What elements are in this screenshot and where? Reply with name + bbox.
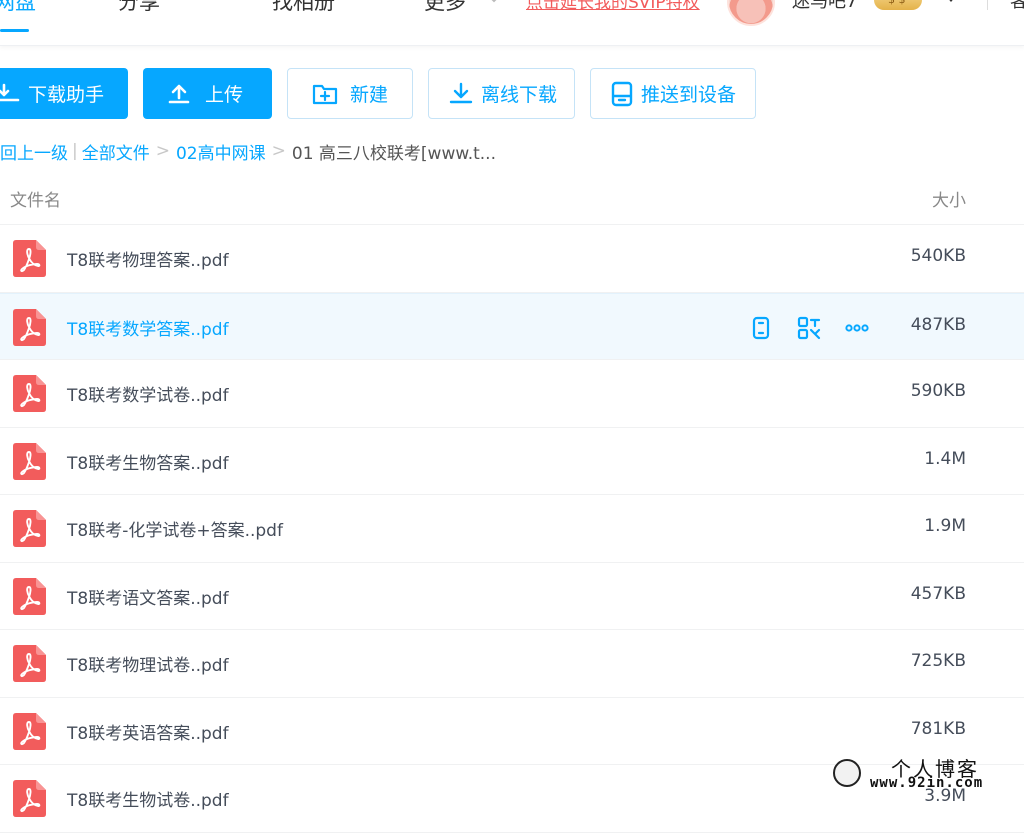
file-row[interactable]: T8联考生物答案..pdf 1.4M — [0, 428, 1024, 495]
file-size: 781KB — [910, 718, 966, 739]
pdf-file-icon — [13, 240, 46, 277]
file-row[interactable]: T8联考数学答案..pdf 487KB — [0, 292, 1024, 360]
file-size: 590KB — [910, 381, 966, 401]
breadcrumb-current: 01 高三八校联考[www.t... — [291, 143, 496, 164]
pdf-file-icon — [13, 510, 46, 547]
nav-tab-album[interactable]: 找相册 — [272, 0, 335, 16]
cloud-download-icon — [449, 82, 473, 103]
breadcrumb-all-files[interactable]: 全部文件 — [82, 139, 150, 164]
nav-client-label[interactable]: 客 — [1010, 0, 1024, 13]
file-size: 487KB — [910, 314, 966, 335]
username[interactable]: 迷马吧7 — [792, 0, 857, 13]
toolbar: 下载助手 上传 新建 离线下载 推送到设备 — [0, 68, 1024, 119]
file-size: 540KB — [910, 246, 966, 266]
top-navigation: 网盘 分享 找相册 更多 点击延长我的SVIP特权 迷马吧7 $ $ 客 — [0, 0, 1024, 46]
upload-button[interactable]: 上传 — [143, 68, 272, 119]
pdf-file-icon — [13, 645, 46, 682]
column-header-size[interactable]: 大小 — [932, 186, 966, 211]
file-name[interactable]: T8联考生物试卷..pdf — [67, 786, 229, 811]
pdf-file-icon — [13, 780, 46, 817]
new-folder-button[interactable]: 新建 — [287, 68, 413, 119]
file-name[interactable]: T8联考物理试卷..pdf — [67, 651, 229, 676]
pdf-file-icon — [13, 375, 46, 412]
nav-active-indicator — [0, 29, 29, 32]
upload-label: 上传 — [205, 84, 244, 106]
pdf-file-icon — [13, 577, 46, 615]
file-name[interactable]: T8联考-化学试卷+答案..pdf — [67, 516, 283, 541]
file-row[interactable]: T8联考-化学试卷+答案..pdf 1.9M — [0, 495, 1024, 563]
column-header-name[interactable]: 文件名 — [10, 186, 61, 211]
more-icon[interactable] — [845, 316, 869, 340]
folder-plus-icon — [312, 84, 338, 104]
file-size: 457KB — [910, 583, 966, 604]
push-to-device-button[interactable]: 推送到设备 — [590, 68, 756, 119]
offline-download-button[interactable]: 离线下载 — [428, 68, 575, 119]
device-icon — [611, 81, 633, 106]
new-folder-label: 新建 — [350, 84, 389, 106]
nav-tab-netdisk[interactable]: 网盘 — [0, 0, 36, 16]
watermark-url: www.92in.com — [870, 775, 984, 791]
caret-down-icon[interactable] — [944, 0, 958, 6]
file-size: 1.4M — [924, 448, 966, 469]
user-avatar[interactable] — [727, 0, 775, 26]
breadcrumb-back-link[interactable]: 返回上一级 — [0, 139, 68, 164]
pdf-file-icon — [13, 712, 46, 750]
breadcrumb-divider: | — [72, 141, 78, 161]
file-row[interactable]: T8联考数学试卷..pdf 590KB — [0, 360, 1024, 428]
vip-badge-icon: $ $ — [874, 0, 922, 10]
share-icon[interactable] — [797, 316, 821, 340]
pdf-file-icon — [13, 442, 46, 480]
file-size: 1.9M — [924, 516, 966, 536]
download-helper-button[interactable]: 下载助手 — [0, 68, 128, 119]
file-name[interactable]: T8联考数学答案..pdf — [67, 315, 229, 340]
breadcrumb-chevron: > — [271, 141, 286, 161]
chevron-down-icon[interactable] — [487, 0, 501, 6]
file-name[interactable]: T8联考物理答案..pdf — [67, 246, 229, 271]
nav-tab-share[interactable]: 分享 — [118, 0, 160, 16]
file-name[interactable]: T8联考语文答案..pdf — [67, 584, 229, 609]
file-name[interactable]: T8联考生物答案..pdf — [67, 449, 229, 474]
file-list: T8联考物理答案..pdf 540KB T8联考数学答案..pdf 487KB T8联考… — [0, 225, 1024, 833]
file-name[interactable]: T8联考数学试卷..pdf — [67, 381, 229, 406]
watermark-face-icon — [833, 759, 861, 787]
file-row[interactable]: T8联考物理试卷..pdf 725KB — [0, 630, 1024, 698]
file-size: 725KB — [910, 651, 966, 671]
breadcrumb-chevron: > — [155, 141, 170, 161]
watermark: 个人博客 www.92in.com — [830, 753, 1024, 796]
phone-icon[interactable] — [749, 316, 773, 340]
file-row[interactable]: T8联考语文答案..pdf 457KB — [0, 563, 1024, 630]
svip-renew-link[interactable]: 点击延长我的SVIP特权 — [526, 0, 700, 13]
nav-tab-more[interactable]: 更多 — [424, 0, 466, 16]
file-row[interactable]: T8联考物理答案..pdf 540KB — [0, 225, 1024, 293]
upload-icon — [168, 84, 190, 103]
download-icon — [0, 83, 20, 101]
file-name[interactable]: T8联考英语答案..pdf — [67, 719, 229, 744]
pdf-file-icon — [13, 308, 46, 346]
row-actions — [749, 316, 875, 340]
push-to-device-label: 推送到设备 — [641, 84, 737, 106]
offline-download-label: 离线下载 — [481, 84, 558, 106]
breadcrumb: 返回上一级 | 全部文件 > 02高中网课 > 01 高三八校联考[www.t.… — [0, 139, 496, 164]
download-helper-label: 下载助手 — [28, 84, 105, 106]
file-list-header: 文件名 大小 — [0, 171, 1024, 225]
nav-divider — [987, 0, 988, 10]
breadcrumb-folder[interactable]: 02高中网课 — [176, 139, 266, 164]
vip-badge-text: $ $ — [888, 0, 906, 6]
